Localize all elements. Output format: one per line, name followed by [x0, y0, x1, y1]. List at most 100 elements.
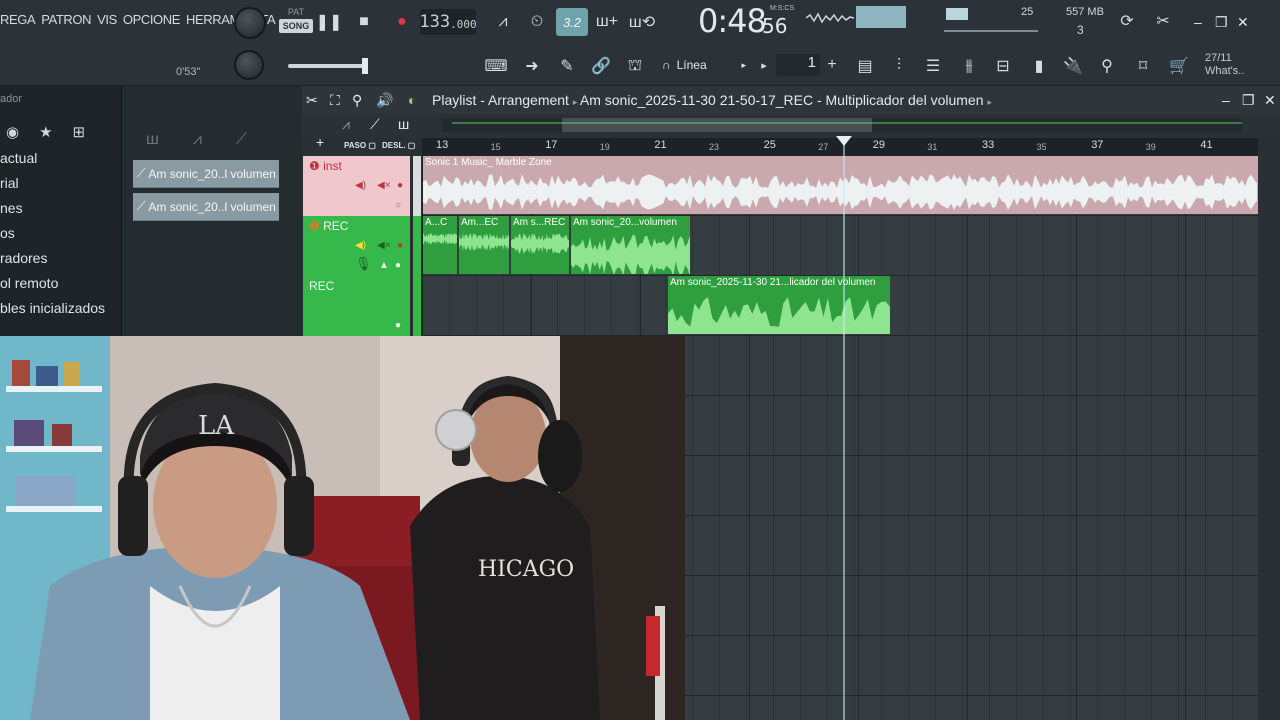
menu-item-opciones[interactable]: OPCIONE — [123, 12, 181, 27]
minimize-icon[interactable]: – — [1194, 14, 1202, 30]
browser-item[interactable]: radores — [0, 250, 121, 275]
record-button[interactable]: ● — [390, 10, 414, 34]
clip-rec-a[interactable]: A...C — [423, 216, 457, 274]
touch-icon[interactable]: ⚲ — [1094, 54, 1120, 78]
slice-icon[interactable]: ✂ — [306, 92, 318, 109]
playhead[interactable] — [843, 138, 845, 720]
picker-clip-item[interactable]: ⟋ Am sonic_20..l volumen — [133, 193, 279, 221]
pattern-selector[interactable]: 1 — [776, 54, 820, 76]
desl-checkbox[interactable]: ▢ — [408, 141, 416, 150]
slider-thumb[interactable] — [362, 58, 368, 74]
clip-inst[interactable]: Sonic 1 Music_ Marble Zone — [423, 156, 1258, 214]
sample-icon[interactable]: ⌑ — [1130, 54, 1156, 78]
wait-input-icon[interactable]: ⏲ — [524, 10, 550, 34]
mixer-icon[interactable]: ⫵ — [956, 54, 982, 78]
cart-icon[interactable]: 🛒 — [1166, 54, 1192, 78]
mute-icon[interactable]: ◀× — [377, 240, 391, 251]
waveform-shape — [511, 233, 569, 255]
clip-rec-c[interactable]: Am s...REC — [511, 216, 569, 274]
track-enable-toggle[interactable]: ● — [395, 320, 401, 331]
record-arm-icon[interactable]: ● — [397, 240, 403, 251]
globe-icon[interactable]: ◉ — [6, 123, 19, 141]
track-header-rec-1[interactable]: ❶ REC ◀) ◀× ● 🎙 ▲ ● — [303, 216, 410, 276]
waveform-icon[interactable]: ⩘ — [342, 116, 350, 133]
scrollbar-thumb[interactable] — [562, 118, 872, 132]
zoom-icon[interactable]: ⚲ — [352, 92, 362, 109]
arrow-up-icon[interactable]: ▲ — [379, 260, 389, 271]
menu-item-vis[interactable]: VIS — [97, 12, 117, 27]
select-icon[interactable]: ⛶ — [330, 92, 340, 109]
pat-song-toggle[interactable]: PAT SONG — [279, 7, 313, 39]
clip-rec-b[interactable]: Am...EC — [459, 216, 509, 274]
browser-item[interactable]: rial — [0, 175, 121, 200]
step-seq-icon[interactable]: ш — [398, 116, 409, 132]
restore-icon[interactable]: ❐ — [1215, 14, 1228, 31]
track-header-rec-2[interactable]: REC ● — [303, 276, 410, 336]
menu-item-rega[interactable]: REGA — [0, 12, 36, 27]
playhead-marker[interactable] — [836, 136, 852, 146]
close-icon[interactable]: ✕ — [1264, 92, 1276, 109]
record-arm-icon[interactable]: ● — [397, 180, 403, 191]
master-volume-slider[interactable] — [288, 58, 368, 74]
svg-text:HICAGO: HICAGO — [478, 557, 574, 582]
speaker-icon[interactable]: ◀) — [355, 180, 366, 191]
audio-icon[interactable]: ⩘ — [193, 131, 202, 149]
paso-text: PASO — [344, 141, 367, 150]
add-track-icon[interactable]: + — [316, 134, 324, 150]
browser-item[interactable]: nes — [0, 200, 121, 225]
microphone-icon[interactable]: 🎙 — [355, 256, 372, 272]
time-format-label: M:S:CS — [770, 5, 795, 12]
stop-button[interactable]: ■ — [352, 10, 376, 34]
stamp-icon[interactable]: ⛫ — [622, 54, 648, 78]
paso-checkbox[interactable]: ▢ — [368, 141, 376, 150]
browser-item[interactable]: actual — [0, 150, 121, 175]
clip-rec-2[interactable]: Am sonic_2025-11-30 21...licador del vol… — [668, 276, 890, 334]
piano-roll-icon[interactable]: ⫶ — [886, 54, 912, 78]
add-pattern-icon[interactable]: + — [822, 54, 842, 76]
browser-item[interactable]: ol remoto — [0, 275, 121, 300]
mute-icon[interactable]: ◀× — [377, 180, 391, 191]
master-volume-knob[interactable] — [234, 7, 266, 39]
link-icon[interactable]: 🔗 — [588, 54, 614, 78]
channel-rack-icon[interactable]: ☰ — [920, 54, 946, 78]
tempo-display[interactable]: 133.000 — [419, 9, 477, 35]
minimize-icon[interactable]: – — [1222, 92, 1230, 108]
close-icon[interactable]: ✕ — [1237, 14, 1249, 31]
arrangement-icon[interactable]: ◐ — [408, 92, 416, 108]
cut-icon[interactable]: ✂ — [1150, 8, 1176, 34]
track-enable-toggle[interactable]: ○ — [395, 200, 401, 211]
snap-selector[interactable]: ∩ Línea ▸ — [662, 54, 746, 76]
project-file-icon[interactable]: ▮ — [1026, 54, 1052, 78]
pattern-prev-icon[interactable]: ▸ — [756, 54, 772, 76]
folder-add-icon[interactable]: ⊞ — [73, 123, 86, 141]
menu-item-patron[interactable]: PATRON — [41, 12, 91, 27]
brush-icon[interactable]: ✎ — [554, 54, 580, 78]
metronome-icon[interactable]: ⩘ — [490, 10, 516, 34]
link-icon[interactable]: ⟋ — [370, 116, 380, 133]
automation-icon[interactable]: ⟋ — [236, 131, 247, 149]
restore-icon[interactable]: ❐ — [1242, 92, 1255, 109]
countdown-icon[interactable]: 3.2 — [556, 8, 588, 36]
arrow-right-icon[interactable]: ➜ — [518, 54, 546, 78]
playback-icon[interactable]: 🔊 — [376, 92, 393, 109]
pattern-icon[interactable]: ш — [146, 131, 159, 149]
browser-item[interactable]: os — [0, 225, 121, 250]
play-button[interactable]: ❚❚ — [316, 10, 343, 34]
star-icon[interactable]: ★ — [39, 123, 52, 141]
typing-keyboard-icon[interactable]: ⌨ — [482, 54, 510, 78]
speaker-icon[interactable]: ◀) — [355, 240, 366, 251]
plugin-icon[interactable]: 🔌 — [1060, 54, 1086, 78]
loop-record-icon[interactable]: ш⟲ — [628, 10, 656, 34]
browser-item[interactable]: bles inicializados — [0, 300, 121, 325]
track-header-inst[interactable]: ❶ inst ◀) ◀× ● ○ — [303, 156, 410, 216]
refresh-icon[interactable]: ⟳ — [1114, 8, 1140, 34]
news-hint[interactable]: 27/11 What's.. — [1205, 52, 1244, 78]
browser-icon[interactable]: ⊟ — [990, 54, 1016, 78]
track-enable-toggle[interactable]: ● — [395, 260, 401, 271]
picker-clip-item[interactable]: ⟋ Am sonic_20..l volumen — [133, 160, 279, 188]
master-pitch-knob[interactable] — [234, 50, 264, 80]
clip-rec-d[interactable]: Am sonic_20...volumen — [571, 216, 690, 274]
horizontal-scrollbar[interactable] — [442, 118, 1242, 132]
step-edit-icon[interactable]: ш+ — [594, 10, 620, 34]
playlist-window-icon[interactable]: ▤ — [852, 54, 878, 78]
